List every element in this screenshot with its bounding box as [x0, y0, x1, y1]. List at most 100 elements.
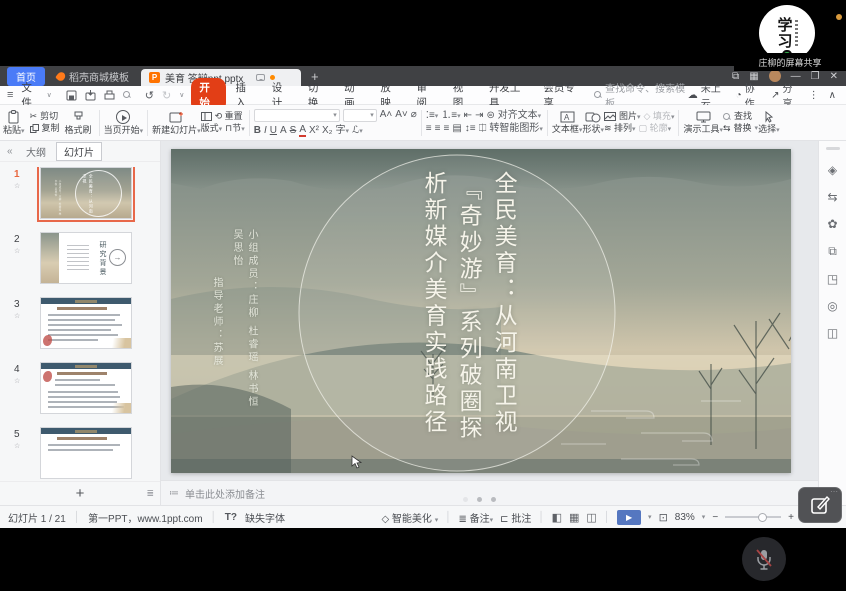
decrease-indent-icon[interactable]: ⇤	[464, 111, 472, 121]
reset-button[interactable]: ⟲ 重置	[215, 112, 243, 121]
subscript-button[interactable]: X₂	[322, 126, 333, 136]
study-logo: 学习	[777, 17, 798, 49]
layers-icon[interactable]: ⧉	[828, 244, 837, 259]
missing-font-label[interactable]: 缺失字体	[245, 510, 285, 525]
align-text-button[interactable]: ⊜ 对齐文本▾	[486, 111, 541, 121]
zoom-out-button[interactable]: −	[712, 512, 718, 523]
zoom-chevron[interactable]: ▾	[702, 513, 706, 521]
fill-button[interactable]: ◇ 填充▾	[644, 112, 675, 121]
swap-arrows-icon[interactable]: ⇆	[827, 190, 837, 204]
slide-thumbnail-5[interactable]: 5☆	[14, 427, 160, 479]
char-border-button[interactable]: A	[280, 126, 287, 136]
slide-title[interactable]: 全民美育：从河南卫视 『奇妙游』系列破圈探 析新媒介美育实践路径	[414, 171, 519, 459]
layout-button[interactable]: 版式▾	[201, 124, 223, 133]
zoom-in-button[interactable]: +	[788, 512, 794, 523]
find-button[interactable]: 查找	[723, 112, 758, 121]
advisor-text[interactable]: 指导老师：苏展	[209, 277, 224, 387]
hamburger-icon[interactable]: ≡	[7, 89, 13, 101]
section-button[interactable]: ⊓节▾	[225, 124, 245, 133]
team-members-text[interactable]: 小组成员：庄柳 杜睿瑶 林书恒 吴思怡	[229, 229, 259, 419]
align-right-icon[interactable]: ≡	[443, 124, 449, 134]
help-target-icon[interactable]: ◎	[827, 299, 837, 313]
reading-panel-icon[interactable]: ◫	[827, 326, 838, 340]
align-left-icon[interactable]: ≡	[426, 124, 432, 134]
microphone-muted-button[interactable]	[742, 537, 786, 581]
bold-button[interactable]: B	[254, 126, 261, 136]
slide-1-canvas[interactable]: 全民美育：从河南卫视 『奇妙游』系列破圈探 析新媒介美育实践路径 小组成员：庄柳…	[171, 149, 791, 473]
zoom-slider[interactable]	[725, 516, 781, 518]
add-slide-button[interactable]: + ≣	[0, 481, 160, 505]
shapes-button[interactable]: 形状▾	[582, 111, 604, 134]
strikethrough-button[interactable]: S	[290, 126, 297, 136]
slide-thumbnail-3[interactable]: 3☆	[14, 297, 160, 349]
quick-send-icon[interactable]: ◈	[828, 163, 837, 177]
notes-resize-handle[interactable]	[463, 497, 496, 502]
clear-format-icon[interactable]: ⌀	[411, 110, 417, 120]
select-button[interactable]: 选择▾	[758, 111, 780, 134]
notes-toggle-button[interactable]: ≣ 备注▾	[458, 510, 493, 525]
increase-indent-icon[interactable]: ⇥	[475, 111, 483, 121]
reading-view-icon[interactable]: ◫	[586, 511, 596, 524]
slide-thumbnail-2[interactable]: 2☆ 研究背景 →	[14, 232, 160, 284]
slide-sorter-icon[interactable]: ≣	[146, 488, 154, 499]
format-painter-button[interactable]: 格式刷	[65, 111, 92, 135]
beautify-gear-icon[interactable]: ✿	[827, 217, 837, 231]
play-options-chevron[interactable]: ▾	[648, 513, 652, 521]
numbered-list-button[interactable]: ⒈≡▾	[441, 111, 460, 121]
comments-toggle-button[interactable]: ⊏ 批注	[500, 510, 531, 525]
normal-view-icon[interactable]: ◧	[552, 511, 562, 524]
present-tools-button[interactable]: 演示工具▾	[683, 111, 723, 134]
align-center-icon[interactable]: ≡	[435, 124, 441, 134]
bullet-list-button[interactable]: ⁚≡▾	[426, 111, 439, 121]
fit-window-icon[interactable]: ⊡	[659, 511, 668, 524]
rail-handle[interactable]	[826, 147, 840, 150]
justify-icon[interactable]: ▤	[452, 124, 461, 134]
textbox-button[interactable]: A 文本框▾	[552, 111, 583, 134]
collapse-ribbon-icon[interactable]: ∧	[829, 90, 836, 101]
history-chevron[interactable]: ∨	[179, 91, 184, 99]
zoom-level[interactable]: 83%	[675, 512, 695, 523]
copy-button[interactable]: 复制	[30, 124, 60, 133]
font-size-combo[interactable]: ▾	[343, 109, 377, 122]
decrease-font-icon[interactable]: A˅	[395, 110, 408, 120]
slide-sorter-view-icon[interactable]: ▦	[569, 511, 579, 524]
redo-icon[interactable]: ↻	[162, 89, 171, 102]
font-family-combo[interactable]: ▾	[254, 109, 340, 122]
undo-icon[interactable]: ↺	[145, 89, 154, 102]
smart-graphic-button[interactable]: ⎅ 转智能图形▾	[479, 124, 543, 134]
image-edit-icon[interactable]: ◳	[827, 272, 838, 286]
cut-button[interactable]: ✂剪切	[30, 112, 60, 121]
annotate-pen-button[interactable]: ⋯	[798, 487, 842, 523]
highlight-button[interactable]: ℒ▾	[352, 126, 363, 136]
print-preview-icon[interactable]	[123, 91, 131, 99]
italic-button[interactable]: I	[264, 126, 267, 136]
print-icon[interactable]	[104, 90, 115, 101]
smart-beautify-button[interactable]: ◇ 智能美化 ▾	[381, 510, 438, 525]
slideshow-play-button[interactable]: ▶	[617, 510, 641, 525]
underline-button[interactable]: U	[270, 126, 277, 136]
tab-docer-store[interactable]: 稻壳商城模板	[45, 66, 141, 86]
picture-button[interactable]: 图片▾	[619, 112, 641, 121]
superscript-button[interactable]: X²	[309, 126, 319, 136]
slide-thumbnail-4[interactable]: 4☆	[14, 362, 160, 414]
text-effects-button[interactable]: 字▾	[336, 126, 350, 136]
paste-button[interactable]: 粘贴▾	[3, 110, 25, 135]
slides-tab[interactable]: 幻灯片	[56, 142, 102, 161]
arrange-button[interactable]: ≋ 排列▾	[604, 124, 636, 133]
zoom-slider-knob[interactable]	[758, 513, 767, 522]
more-menu-icon[interactable]: ⋮	[809, 90, 819, 101]
collapse-panel-icon[interactable]: «	[7, 146, 13, 157]
font-color-button[interactable]: A	[299, 125, 306, 137]
slide-thumbnail-1[interactable]: 1☆ 全民美育：从河南卫视 小组成员：庄柳 杜睿瑶 林书恒 吴思怡	[14, 167, 160, 219]
line-spacing-icon[interactable]: ↕≡	[465, 124, 476, 134]
outline-button[interactable]: ▢ 轮廓▾	[639, 124, 672, 133]
play-from-current-button[interactable]: 当页开始▾	[104, 110, 144, 135]
notes-bar[interactable]: ≔ 单击此处添加备注	[161, 480, 818, 505]
copy-icon	[30, 124, 39, 133]
save-icon[interactable]	[66, 90, 77, 101]
replace-button[interactable]: ⇆ 替换▾	[723, 124, 758, 133]
outline-tab[interactable]: 大纲	[26, 144, 46, 159]
export-icon[interactable]	[85, 90, 96, 101]
new-slide-button[interactable]: 新建幻灯片▾	[152, 111, 201, 135]
increase-font-icon[interactable]: A˄	[380, 110, 393, 120]
